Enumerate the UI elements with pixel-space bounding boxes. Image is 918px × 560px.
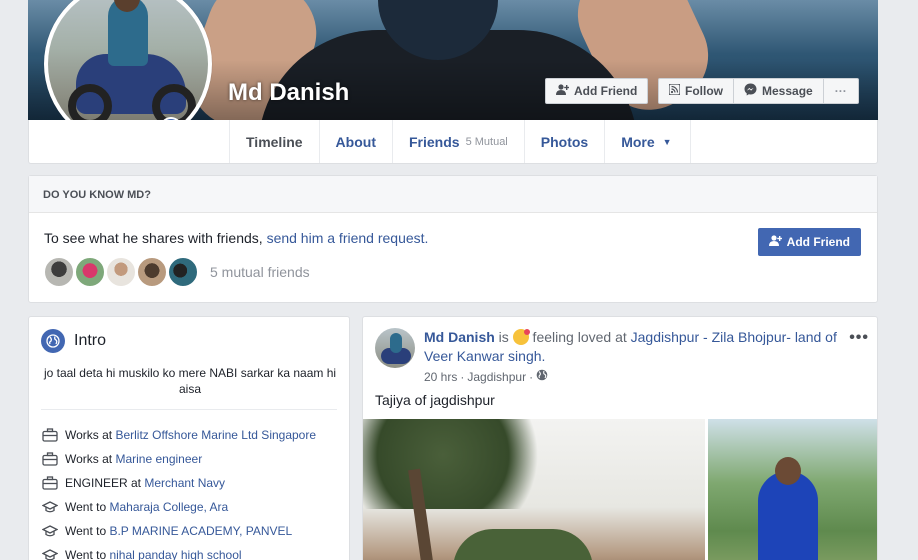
- do-you-know-card: DO YOU KNOW MD? To see what he shares wi…: [28, 175, 878, 303]
- post-author-avatar[interactable]: [375, 328, 415, 368]
- timeline-post: Md Danish is feeling loved at Jagdishpur…: [362, 316, 878, 560]
- briefcase-icon: [40, 476, 60, 490]
- post-options-button[interactable]: •••: [849, 329, 869, 347]
- school-link[interactable]: B.P MARINE ACADEMY, PANVEL: [109, 524, 292, 538]
- mutual-friend-avatar[interactable]: [167, 256, 199, 288]
- post-photo[interactable]: [363, 419, 705, 560]
- employer-link[interactable]: Marine engineer: [115, 452, 202, 466]
- follow-label: Follow: [685, 84, 723, 98]
- intro-fact-education: Went to B.P MARINE ACADEMY, PANVEL: [40, 519, 316, 543]
- graduation-cap-icon: [40, 524, 60, 538]
- post-feeling: feeling loved at: [528, 329, 631, 345]
- post-verb: is: [494, 329, 513, 345]
- post-location-tag[interactable]: Jagdishpur: [467, 370, 526, 384]
- profile-nav-bar: Timeline About Friends 5 Mutual Photos M…: [28, 120, 878, 164]
- employer-link[interactable]: Merchant Navy: [144, 476, 225, 490]
- post-timestamp[interactable]: 20 hrs: [424, 370, 457, 384]
- friend-request-prompt: To see what he shares with friends, send…: [44, 230, 428, 246]
- divider: [41, 409, 337, 410]
- send-friend-request-link[interactable]: send him a friend request.: [267, 230, 429, 246]
- school-link[interactable]: nihal panday high school: [109, 548, 241, 560]
- intro-facts-list: Works at Berlitz Offshore Marine Ltd Sin…: [40, 423, 316, 560]
- tab-label: Photos: [540, 133, 589, 150]
- post-photo[interactable]: [708, 419, 877, 560]
- tab-about[interactable]: About: [318, 120, 392, 163]
- fact-prefix: ENGINEER at: [65, 476, 145, 490]
- fact-prefix: Went to: [65, 500, 110, 514]
- briefcase-icon: [40, 428, 60, 442]
- feeling-loved-emoji-icon: [512, 329, 530, 345]
- mutual-friend-avatar[interactable]: [105, 256, 137, 288]
- school-link[interactable]: Maharaja College, Ara: [109, 500, 228, 514]
- mutual-friend-avatar[interactable]: [43, 256, 75, 288]
- intro-fact-work: Works at Berlitz Offshore Marine Ltd Sin…: [40, 423, 316, 447]
- add-friend-primary-button[interactable]: Add Friend: [757, 228, 861, 256]
- mutual-friend-avatar[interactable]: [136, 256, 168, 288]
- follow-button[interactable]: Follow: [658, 78, 734, 104]
- add-friend-icon: [768, 235, 782, 249]
- tab-label: Timeline: [246, 133, 303, 150]
- add-friend-button[interactable]: Add Friend: [545, 78, 649, 104]
- post-text: Tajiya of jagdishpur: [375, 392, 495, 408]
- tab-photos[interactable]: Photos: [523, 120, 604, 163]
- intro-fact-education: Went to Maharaja College, Ara: [40, 495, 316, 519]
- add-friend-label: Add Friend: [574, 84, 638, 98]
- more-options-button[interactable]: ···: [823, 78, 859, 104]
- briefcase-icon: [40, 452, 60, 466]
- tab-more[interactable]: More ▼: [604, 120, 691, 163]
- tab-timeline[interactable]: Timeline: [229, 120, 319, 163]
- mutual-count: 5 Mutual: [465, 135, 508, 148]
- rss-icon: [668, 83, 681, 98]
- fact-prefix: Went to: [65, 524, 110, 538]
- message-label: Message: [762, 84, 813, 98]
- post-author-link[interactable]: Md Danish: [424, 329, 495, 345]
- public-globe-icon[interactable]: [536, 369, 548, 384]
- fact-prefix: Works at: [65, 428, 116, 442]
- prompt-text: To see what he shares with friends,: [44, 230, 267, 246]
- add-friend-label: Add Friend: [786, 235, 850, 249]
- post-header: Md Danish is feeling loved at Jagdishpur…: [424, 328, 844, 366]
- add-friend-icon: [556, 84, 570, 98]
- meta-separator: ·: [529, 369, 534, 384]
- globe-icon: [41, 329, 65, 353]
- messenger-icon: [744, 83, 757, 99]
- employer-link[interactable]: Berlitz Offshore Marine Ltd Singapore: [115, 428, 316, 442]
- meta-separator: ·: [460, 369, 465, 384]
- mutual-friend-avatar[interactable]: [74, 256, 106, 288]
- graduation-cap-icon: [40, 500, 60, 514]
- post-meta: 20 hrs · Jagdishpur ·: [424, 369, 548, 384]
- message-button[interactable]: Message: [734, 78, 824, 104]
- mutual-friends-count[interactable]: 5 mutual friends: [210, 264, 310, 280]
- tab-label: Friends: [408, 133, 460, 150]
- intro-bio: jo taal deta hi muskilo ko mere NABI sar…: [43, 366, 337, 396]
- do-you-know-heading: DO YOU KNOW MD?: [29, 176, 877, 213]
- graduation-cap-icon: [40, 548, 60, 560]
- fact-prefix: Works at: [65, 452, 116, 466]
- caret-down-icon: ▼: [662, 136, 672, 147]
- intro-card: Intro jo taal deta hi muskilo ko mere NA…: [28, 316, 350, 560]
- intro-fact-work: ENGINEER at Merchant Navy: [40, 471, 316, 495]
- mutual-friends-row[interactable]: 5 mutual friends: [43, 256, 310, 288]
- tab-label: More: [621, 133, 655, 150]
- more-dots-icon: ···: [834, 84, 847, 98]
- intro-fact-education: Went to nihal panday high school: [40, 543, 316, 560]
- profile-name[interactable]: Md Danish: [228, 79, 349, 107]
- tab-friends[interactable]: Friends 5 Mutual: [391, 120, 524, 163]
- intro-fact-work: Works at Marine engineer: [40, 447, 316, 471]
- intro-title: Intro: [74, 332, 107, 349]
- tab-label: About: [335, 133, 376, 150]
- fact-prefix: Went to: [65, 548, 110, 560]
